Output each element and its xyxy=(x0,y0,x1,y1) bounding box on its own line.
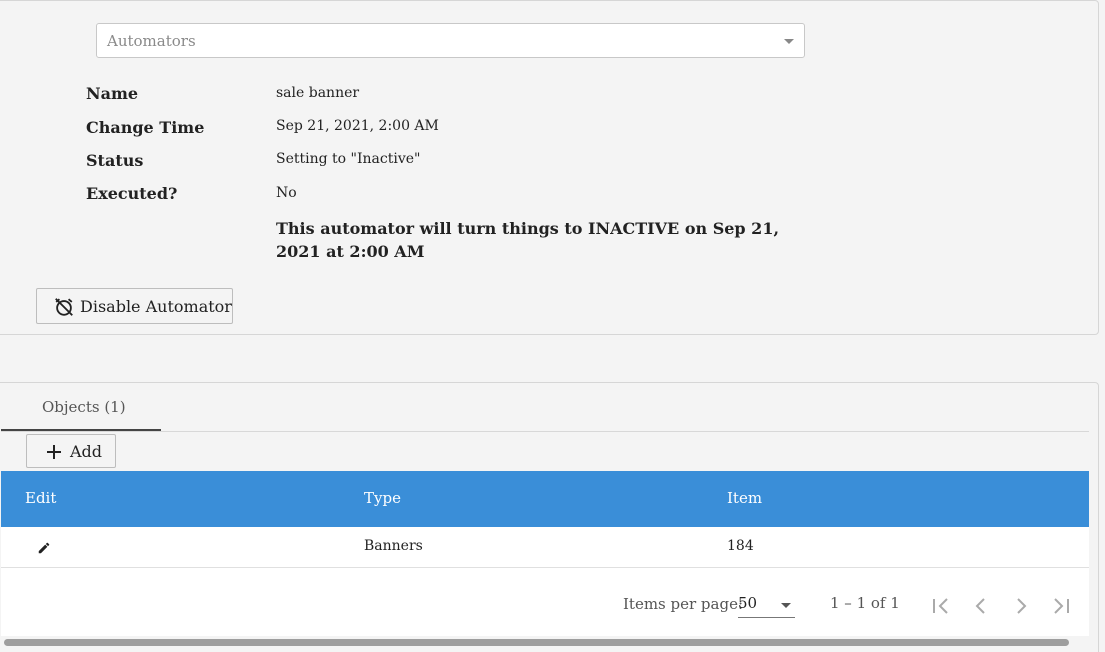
disable-automator-button[interactable]: Disable Automator xyxy=(36,288,233,324)
objects-panel: Objects (1) Add Edit Type Item Banners 1… xyxy=(0,382,1099,652)
executed-value: No xyxy=(276,185,297,201)
cell-type: Banners xyxy=(364,538,423,554)
tab-objects-label: Objects (1) xyxy=(42,398,126,416)
table-header: Edit Type Item xyxy=(1,471,1089,527)
status-label: Status xyxy=(86,151,144,170)
add-button-label: Add xyxy=(70,442,103,461)
last-page-icon[interactable] xyxy=(1041,586,1081,626)
column-header-item[interactable]: Item xyxy=(727,489,762,507)
executed-label: Executed? xyxy=(86,184,178,203)
previous-page-icon[interactable] xyxy=(961,586,1001,626)
add-button[interactable]: Add xyxy=(26,434,116,468)
items-per-page-label: Items per page: xyxy=(623,595,744,613)
status-value: Setting to "Inactive" xyxy=(276,151,421,167)
automator-notice: This automator will turn things to INACT… xyxy=(276,219,780,261)
automator-details-panel: Automators Name sale banner Change Time … xyxy=(0,0,1099,335)
table-row: Banners 184 xyxy=(1,527,1089,568)
tab-objects[interactable]: Objects (1) xyxy=(1,383,161,431)
next-page-icon[interactable] xyxy=(1001,586,1041,626)
items-per-page-select[interactable]: 50 xyxy=(738,590,795,618)
column-header-type[interactable]: Type xyxy=(364,489,401,507)
plus-icon xyxy=(45,443,63,465)
paginator: Items per page: 50 1 – 1 of 1 xyxy=(1,568,1089,636)
name-value: sale banner xyxy=(276,85,360,101)
column-header-edit[interactable]: Edit xyxy=(25,489,56,507)
automators-select-placeholder: Automators xyxy=(107,32,196,50)
pencil-icon[interactable] xyxy=(37,540,51,559)
name-label: Name xyxy=(86,84,139,103)
tab-divider xyxy=(1,431,1089,432)
chevron-down-icon xyxy=(781,603,791,608)
automators-select[interactable]: Automators xyxy=(96,23,805,58)
page-range-label: 1 – 1 of 1 xyxy=(830,594,900,612)
change-time-label: Change Time xyxy=(86,118,205,137)
horizontal-scrollbar[interactable] xyxy=(4,639,1069,646)
alarm-off-icon xyxy=(53,296,75,322)
disable-automator-label: Disable Automator xyxy=(80,297,232,316)
cell-item: 184 xyxy=(727,538,754,554)
first-page-icon[interactable] xyxy=(921,586,961,626)
items-per-page-value: 50 xyxy=(738,594,758,612)
change-time-value: Sep 21, 2021, 2:00 AM xyxy=(276,118,439,134)
chevron-down-icon xyxy=(784,39,794,44)
